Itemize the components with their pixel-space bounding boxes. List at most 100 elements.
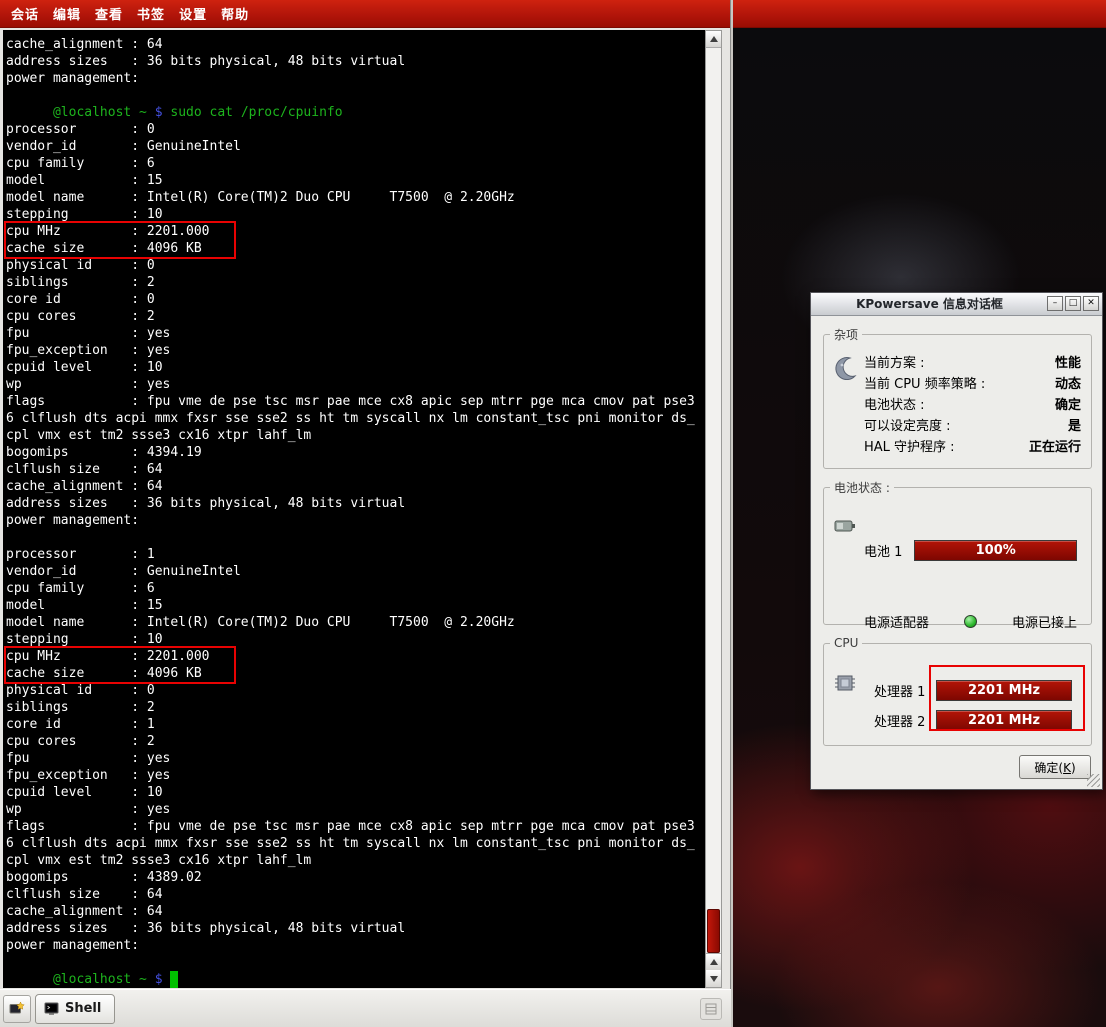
- terminal-line: flags : fpu vme de pse tsc msr pae mce c…: [3, 818, 705, 835]
- tab-shell[interactable]: Shell: [35, 994, 115, 1024]
- scroll-up-button-bottom[interactable]: [706, 953, 721, 971]
- terminal-line: processor : 0: [3, 121, 705, 138]
- ok-button[interactable]: 确定(K): [1019, 755, 1091, 779]
- group-cpu-legend: CPU: [830, 636, 862, 650]
- terminal-line: cpuid level : 10: [3, 359, 705, 376]
- terminal-line: fpu_exception : yes: [3, 767, 705, 784]
- battery-label: 电池 1: [864, 541, 902, 560]
- terminal-line: power management:: [3, 512, 705, 529]
- session-list-button[interactable]: [700, 998, 722, 1020]
- terminal-line: fpu : yes: [3, 750, 705, 767]
- misc-info-list: 当前方案 :性能当前 CPU 频率策略 :动态电池状态 :确定可以设定亮度 :是…: [864, 351, 1081, 456]
- terminal-line: fpu : yes: [3, 325, 705, 342]
- screen: 会话编辑查看书签设置帮助 cache_alignment : 64address…: [0, 0, 1106, 1027]
- terminal-line: wp : yes: [3, 376, 705, 393]
- menu-item-6[interactable]: 帮助: [214, 0, 256, 27]
- close-button[interactable]: ✕: [1083, 296, 1099, 311]
- dialog-titlebar[interactable]: KPowersave 信息对话框 – □ ✕: [811, 293, 1102, 316]
- terminal-line: cache_alignment : 64: [3, 36, 705, 53]
- up-arrow-icon: [710, 36, 718, 42]
- konsole-window: 会话编辑查看书签设置帮助 cache_alignment : 64address…: [0, 0, 731, 1027]
- terminal-line: wp : yes: [3, 801, 705, 818]
- terminal-line: stepping : 10: [3, 206, 705, 223]
- terminal-line: cpuid level : 10: [3, 784, 705, 801]
- terminal-icon: [44, 1002, 59, 1016]
- down-arrow-icon: [710, 976, 718, 982]
- terminal-line: bogomips : 4389.02: [3, 869, 705, 886]
- terminal-line: core id : 1: [3, 716, 705, 733]
- terminal-line: core id : 0: [3, 291, 705, 308]
- dialog-title: KPowersave 信息对话框: [811, 293, 1048, 315]
- terminal-prompt-line: @localhost ~ $ sudo cat /proc/cpuinfo: [3, 104, 705, 121]
- terminal-line: cpu MHz : 2201.000: [3, 648, 705, 665]
- resize-grip[interactable]: [1087, 774, 1100, 787]
- terminal-scrollbar[interactable]: [705, 30, 722, 988]
- battery-progress-bar: 100%: [914, 540, 1077, 561]
- terminal-line: model : 15: [3, 172, 705, 189]
- tab-shell-label: Shell: [65, 1001, 101, 1016]
- menu-item-1[interactable]: 会话: [4, 0, 46, 27]
- terminal-line: power management:: [3, 937, 705, 954]
- terminal-line: flags : fpu vme de pse tsc msr pae mce c…: [3, 393, 705, 410]
- terminal-line: cpu cores : 2: [3, 733, 705, 750]
- maximize-button[interactable]: □: [1065, 296, 1081, 311]
- group-battery: 电池状态 : 电池 1 100% 电源适配器 电源已接上: [823, 479, 1092, 625]
- terminal-line: power management:: [3, 70, 705, 87]
- menu-item-3[interactable]: 查看: [88, 0, 130, 27]
- ok-label: 确定(: [1034, 761, 1063, 775]
- terminal-line: clflush size : 64: [3, 461, 705, 478]
- menu-item-2[interactable]: 编辑: [46, 0, 88, 27]
- cpu-row: 处理器 12201 MHz: [874, 678, 1072, 702]
- terminal-line: cpu cores : 2: [3, 308, 705, 325]
- up-arrow-icon: [710, 959, 718, 965]
- terminal-line: cache_alignment : 64: [3, 478, 705, 495]
- group-battery-legend: 电池状态 :: [830, 479, 894, 496]
- minimize-button[interactable]: –: [1047, 296, 1063, 311]
- new-terminal-icon: [9, 1001, 25, 1017]
- terminal-line: 6 clflush dts acpi mmx fxsr sse sse2 ss …: [3, 835, 705, 852]
- group-misc: 杂项 当前方案 :性能当前 CPU 频率策略 :动态电池状态 :确定可以设定亮度…: [823, 326, 1092, 469]
- terminal-line: cache_alignment : 64: [3, 903, 705, 920]
- terminal-line: model name : Intel(R) Core(TM)2 Duo CPU …: [3, 614, 705, 631]
- info-row: 当前 CPU 频率策略 :动态: [864, 372, 1081, 393]
- menu-item-5[interactable]: 设置: [172, 0, 214, 27]
- info-row: HAL 守护程序 :正在运行: [864, 435, 1081, 456]
- terminal-line: [3, 529, 705, 546]
- terminal-cursor: [170, 971, 178, 988]
- group-misc-legend: 杂项: [830, 326, 862, 343]
- terminal-line: address sizes : 36 bits physical, 48 bit…: [3, 495, 705, 512]
- scroll-up-button[interactable]: [706, 31, 721, 48]
- terminal-line: clflush size : 64: [3, 886, 705, 903]
- terminal-lines: cache_alignment : 64address sizes : 36 b…: [3, 36, 705, 988]
- session-list-icon: [705, 1003, 717, 1015]
- kpowersave-dialog: KPowersave 信息对话框 – □ ✕ 杂项 当前方案 :性能当前 CPU…: [810, 292, 1103, 790]
- battery-icon: [832, 512, 858, 542]
- cpu-row: 处理器 22201 MHz: [874, 708, 1072, 732]
- adapter-label: 电源适配器: [864, 612, 929, 631]
- terminal-prompt-line: @localhost ~ $: [3, 971, 705, 988]
- terminal-line: cache size : 4096 KB: [3, 665, 705, 682]
- terminal-line: stepping : 10: [3, 631, 705, 648]
- battery-percent: 100%: [976, 543, 1016, 558]
- terminal-line: siblings : 2: [3, 274, 705, 291]
- terminal-output[interactable]: cache_alignment : 64address sizes : 36 b…: [3, 30, 705, 988]
- adapter-status: 电源已接上: [1012, 612, 1077, 631]
- terminal-line: processor : 1: [3, 546, 705, 563]
- terminal-line: address sizes : 36 bits physical, 48 bit…: [3, 920, 705, 937]
- info-row: 可以设定亮度 :是: [864, 414, 1081, 435]
- new-session-button[interactable]: [3, 995, 31, 1023]
- scrollbar-thumb[interactable]: [707, 909, 720, 953]
- info-row: 当前方案 :性能: [864, 351, 1081, 372]
- background-window-titlebar[interactable]: [733, 0, 1106, 28]
- scroll-down-button[interactable]: [706, 970, 721, 987]
- terminal-line: address sizes : 36 bits physical, 48 bit…: [3, 53, 705, 70]
- cpu-frequency-bar: 2201 MHz: [936, 680, 1072, 701]
- terminal-line: physical id : 0: [3, 257, 705, 274]
- ok-accel-key: K: [1063, 761, 1071, 775]
- info-row: 电池状态 :确定: [864, 393, 1081, 414]
- terminal-line: model : 15: [3, 597, 705, 614]
- cpu-frequency-bar: 2201 MHz: [936, 710, 1072, 731]
- menu-item-4[interactable]: 书签: [130, 0, 172, 27]
- battery-row: 电池 1 100%: [864, 540, 1077, 561]
- terminal-line: siblings : 2: [3, 699, 705, 716]
